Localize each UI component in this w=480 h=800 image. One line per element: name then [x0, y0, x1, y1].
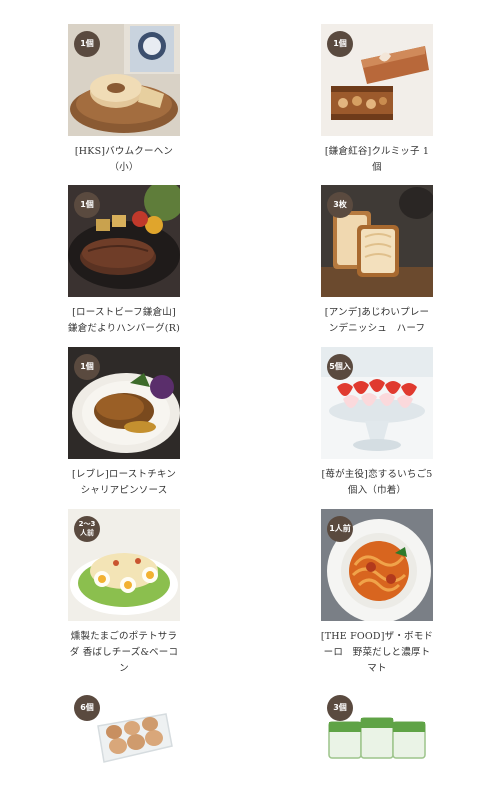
product-name[interactable]: [鎌倉紅谷]クルミッ子 1 個	[307, 144, 447, 176]
product-name-line: ンデニッシュ ハーフ	[328, 323, 426, 334]
quantity-badge: 3枚	[327, 192, 353, 218]
quantity-badge: 1個	[74, 31, 100, 57]
potato-salad-image[interactable]: 2〜3 人前	[68, 509, 180, 621]
hamburg-steak-image[interactable]: 1個	[68, 185, 180, 297]
product-name-line: [レブレ]ローストチキン	[71, 469, 177, 480]
product-name-line: [HKS]バウムクーヘン	[74, 146, 174, 157]
product-name[interactable]: [アンデ]あじわいプレー ンデニッシュ ハーフ	[307, 305, 447, 337]
product-card[interactable]: 1個 [鎌倉紅谷]クルミッ子 1 個	[307, 24, 447, 176]
product-name[interactable]: [ローストビーフ鎌倉山] 鎌倉だよりハンバーグ(R)	[54, 305, 194, 337]
product-name-line: シャリアピンソース	[80, 485, 168, 496]
product-name-line: 個入（巾着）	[347, 485, 407, 496]
product-grid: 1個 [HKS]バウムクーヘン （小） 1個 [鎌倉紅谷]クルミッ子 1 個 1…	[0, 0, 480, 800]
product-name-line: マト	[367, 663, 387, 674]
quantity-badge: 1個	[327, 31, 353, 57]
product-card[interactable]: 1個 [レブレ]ローストチキン シャリアピンソース	[54, 347, 194, 499]
yogurt-cups-image[interactable]: 3個	[321, 688, 433, 800]
product-name[interactable]: [THE FOOD]ザ・ボモド ーロ 野菜だしと濃厚ト マト	[307, 629, 447, 677]
product-name[interactable]: [苺が主役]恋するいちご5 個入（巾着）	[307, 467, 447, 499]
product-name-line: ダ 香ばしチーズ&ベーコ	[69, 647, 179, 658]
product-name[interactable]: 燻製たまごのポテトサラ ダ 香ばしチーズ&ベーコ ン	[54, 629, 194, 677]
quantity-badge-line: 2〜3	[78, 520, 96, 528]
product-card[interactable]: 3個	[307, 688, 447, 800]
product-card[interactable]: 2〜3 人前 燻製たまごのポテトサラ ダ 香ばしチーズ&ベーコ ン	[54, 509, 194, 677]
quantity-badge: 5個入	[327, 354, 353, 380]
product-name-line: ン	[119, 663, 129, 674]
danish-bread-image[interactable]: 3枚	[321, 185, 433, 297]
roast-chicken-image[interactable]: 1個	[68, 347, 180, 459]
quantity-badge: 3個	[327, 695, 353, 721]
product-card[interactable]: 1個 [ローストビーフ鎌倉山] 鎌倉だよりハンバーグ(R)	[54, 185, 194, 337]
product-name-line: 鎌倉だよりハンバーグ(R)	[68, 323, 180, 334]
product-name-line: [鎌倉紅谷]クルミッ子 1	[324, 146, 430, 157]
product-name-line: [THE FOOD]ザ・ボモド	[320, 631, 434, 642]
quantity-badge-line: 人前	[80, 529, 94, 537]
product-name-line: [ローストビーフ鎌倉山]	[72, 307, 176, 318]
product-card[interactable]: 1個 [HKS]バウムクーヘン （小）	[54, 24, 194, 176]
product-name[interactable]: [レブレ]ローストチキン シャリアピンソース	[54, 467, 194, 499]
product-name-line: （小）	[109, 162, 139, 173]
product-name[interactable]: [HKS]バウムクーヘン （小）	[54, 144, 194, 176]
quantity-badge: 6個	[74, 695, 100, 721]
product-card[interactable]: 3枚 [アンデ]あじわいプレー ンデニッシュ ハーフ	[307, 185, 447, 337]
quantity-badge: 1個	[74, 192, 100, 218]
product-name-line: [苺が主役]恋するいちご5	[321, 469, 433, 480]
quantity-badge: 1個	[74, 354, 100, 380]
quantity-badge: 2〜3 人前	[74, 516, 100, 542]
product-name-line: 個	[372, 162, 382, 173]
strawberry-image[interactable]: 5個入	[321, 347, 433, 459]
product-card[interactable]: 6個	[54, 688, 194, 800]
product-card[interactable]: 1人前 [THE FOOD]ザ・ボモド ーロ 野菜だしと濃厚ト マト	[307, 509, 447, 677]
product-card[interactable]: 5個入 [苺が主役]恋するいちご5 個入（巾着）	[307, 347, 447, 499]
product-name-line: 燻製たまごのポテトサラ	[70, 631, 178, 642]
product-name-line: ーロ 野菜だしと濃厚ト	[323, 647, 431, 658]
baumkuchen-image[interactable]: 1個	[68, 24, 180, 136]
eggs-image[interactable]: 6個	[68, 688, 180, 800]
quantity-badge: 1人前	[327, 516, 353, 542]
product-name-line: [アンデ]あじわいプレー	[324, 307, 430, 318]
pasta-image[interactable]: 1人前	[321, 509, 433, 621]
kurumikko-image[interactable]: 1個	[321, 24, 433, 136]
